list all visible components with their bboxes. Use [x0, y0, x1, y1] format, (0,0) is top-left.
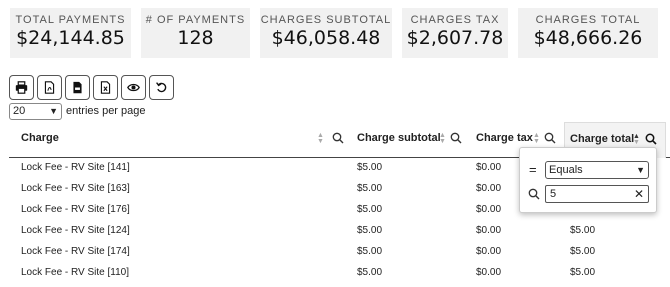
cell-tax: $0.00 — [476, 246, 502, 257]
pdf-export-button[interactable] — [37, 75, 62, 100]
sort-icon[interactable]: ▲ ▼ — [633, 133, 640, 146]
cell-subtotal: $5.00 — [357, 267, 383, 278]
cell-charge: Lock Fee - RV Site [124] — [21, 225, 130, 236]
print-icon — [15, 81, 28, 94]
summary-row: TOTAL PAYMENTS $24,144.85 # OF PAYMENTS … — [0, 0, 670, 60]
charges-tax-card: CHARGES TAX $2,607.78 — [402, 8, 508, 58]
entries-select-value: 20 — [13, 105, 26, 117]
sort-icon[interactable]: ▲ ▼ — [439, 132, 446, 145]
column-search-icon[interactable] — [450, 132, 462, 144]
search-icon — [528, 188, 540, 200]
table-row: Lock Fee - RV Site [124] $5.00 $0.00 $5.00 — [0, 221, 670, 242]
entries-select[interactable]: 20 ▼ — [9, 102, 62, 120]
cell-subtotal: $5.00 — [357, 183, 383, 194]
chevron-down-icon: ▼ — [636, 165, 645, 175]
column-search-icon[interactable] — [332, 132, 344, 144]
entries-control: 20 ▼ entries per page — [9, 102, 146, 120]
card-value: $46,058.48 — [271, 27, 381, 49]
card-value: $24,144.85 — [16, 27, 125, 49]
charges-total-card: CHARGES TOTAL $48,666.26 — [518, 8, 658, 58]
cell-total: $5.00 — [570, 246, 596, 257]
column-visibility-button[interactable] — [121, 75, 146, 100]
clear-icon[interactable]: ✕ — [634, 187, 644, 201]
cell-subtotal: $5.00 — [357, 246, 383, 257]
card-label: TOTAL PAYMENTS — [15, 14, 126, 26]
column-header-subtotal[interactable]: Charge subtotal ▲ ▼ — [357, 122, 467, 157]
excel-icon — [100, 81, 111, 94]
column-filter-popup: = Equals ▼ 5 ✕ — [519, 147, 657, 213]
cell-subtotal: $5.00 — [357, 204, 383, 215]
cell-charge: Lock Fee - RV Site [174] — [21, 246, 130, 257]
card-label: CHARGES TAX — [410, 14, 500, 26]
cell-charge: Lock Fee - RV Site [176] — [21, 204, 130, 215]
column-search-icon[interactable] — [544, 132, 556, 144]
header-label: Charge — [21, 132, 59, 144]
print-button[interactable] — [9, 75, 34, 100]
card-label: # OF PAYMENTS — [145, 14, 246, 26]
filter-value-input[interactable]: 5 ✕ — [545, 185, 649, 203]
cell-charge: Lock Fee - RV Site [141] — [21, 162, 130, 173]
card-value: 128 — [177, 27, 214, 49]
csv-export-button[interactable] — [65, 75, 90, 100]
filter-operator-value: Equals — [549, 164, 583, 176]
filter-operator-select[interactable]: Equals ▼ — [545, 161, 649, 179]
chevron-down-icon: ▼ — [49, 106, 58, 116]
header-label: Charge total — [570, 133, 635, 145]
cell-tax: $0.00 — [476, 267, 502, 278]
equals-icon: = — [529, 162, 537, 177]
column-search-icon[interactable] — [645, 133, 657, 145]
entries-label: entries per page — [66, 105, 146, 117]
header-label: Charge tax — [476, 132, 533, 144]
reset-button[interactable] — [149, 75, 174, 100]
excel-export-button[interactable] — [93, 75, 118, 100]
cell-charge: Lock Fee - RV Site [163] — [21, 183, 130, 194]
cell-subtotal: $5.00 — [357, 162, 383, 173]
table-row: Lock Fee - RV Site [110] $5.00 $0.00 $5.00 — [0, 263, 670, 284]
filter-value: 5 — [550, 188, 557, 200]
card-label: CHARGES SUBTOTAL — [260, 14, 392, 26]
table-row: Lock Fee - RV Site [174] $5.00 $0.00 $5.00 — [0, 242, 670, 263]
reset-icon — [156, 82, 167, 93]
card-value: $48,666.26 — [533, 27, 643, 49]
cell-subtotal: $5.00 — [357, 225, 383, 236]
total-payments-card: TOTAL PAYMENTS $24,144.85 — [10, 8, 131, 58]
cell-total: $5.00 — [570, 267, 596, 278]
pdf-icon — [44, 81, 55, 94]
card-value: $2,607.78 — [406, 27, 504, 49]
cell-charge: Lock Fee - RV Site [110] — [21, 267, 130, 278]
charges-subtotal-card: CHARGES SUBTOTAL $46,058.48 — [260, 8, 392, 58]
cell-tax: $0.00 — [476, 162, 502, 173]
cell-total: $5.00 — [570, 225, 596, 236]
card-label: CHARGES TOTAL — [535, 14, 641, 26]
csv-icon — [73, 81, 82, 94]
sort-icon[interactable]: ▲ ▼ — [533, 132, 540, 145]
cell-tax: $0.00 — [476, 204, 502, 215]
header-label: Charge subtotal — [357, 132, 441, 144]
eye-icon — [127, 83, 140, 92]
sort-icon[interactable]: ▲ ▼ — [317, 132, 324, 145]
column-header-charge[interactable]: Charge ▲ ▼ — [21, 122, 346, 157]
cell-tax: $0.00 — [476, 183, 502, 194]
num-payments-card: # OF PAYMENTS 128 — [141, 8, 250, 58]
cell-tax: $0.00 — [476, 225, 502, 236]
